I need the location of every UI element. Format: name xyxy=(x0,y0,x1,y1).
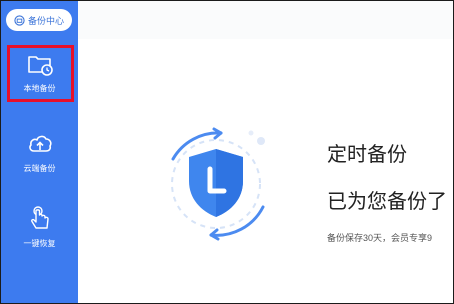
sidebar-item-label: 本地备份 xyxy=(23,84,56,93)
backup-center-label: 备份中心 xyxy=(27,15,64,26)
backup-status-text: 已为您备份了 xyxy=(327,191,447,213)
cloud-upload-icon xyxy=(28,135,52,152)
sidebar-item-label: 云端备份 xyxy=(23,164,56,173)
retention-note: 备份保存30天，会员专享9 xyxy=(327,233,433,243)
sidebar-item-one-click-restore[interactable]: 一键恢复 xyxy=(1,204,78,249)
sidebar-item-label: 一键恢复 xyxy=(23,239,56,248)
sidebar-item-cloud-backup[interactable]: 云端备份 xyxy=(1,129,78,174)
backup-center-button[interactable]: 备份中心 xyxy=(6,9,72,31)
hand-tap-icon xyxy=(30,206,49,229)
backup-center-icon xyxy=(14,14,25,26)
app-window: 备份中心 本地备份 云端备份 一键恢复 定时备份 已为您备份了 备份保存30天，… xyxy=(0,0,454,304)
sidebar-item-local-backup[interactable]: 本地备份 xyxy=(1,49,78,94)
top-bar xyxy=(78,1,453,39)
sidebar: 备份中心 本地备份 云端备份 一键恢复 xyxy=(1,1,78,303)
page-title: 定时备份 xyxy=(327,144,407,166)
shield-clock-emblem xyxy=(171,127,265,241)
folder-clock-icon xyxy=(27,56,53,76)
